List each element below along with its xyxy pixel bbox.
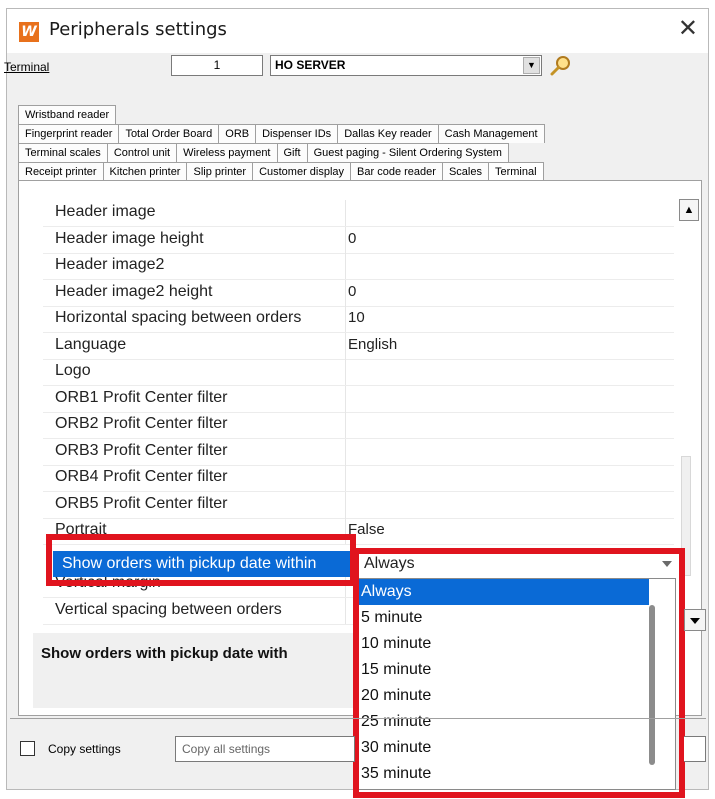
property-name: ORB3 Profit Center filter [55, 441, 228, 459]
terminal-select[interactable]: HO SERVER ▼ [270, 55, 542, 76]
column-separator [345, 306, 346, 332]
property-row[interactable]: ORB5 Profit Center filter [43, 491, 674, 519]
property-row[interactable]: ORB2 Profit Center filter [43, 412, 674, 439]
description-title: Show orders with pickup date with [41, 645, 288, 662]
property-name: ORB4 Profit Center filter [55, 468, 228, 485]
terminal-select-value: HO SERVER [275, 58, 346, 72]
property-name: Header image2 height [55, 282, 213, 300]
description-panel: Show orders with pickup date with [33, 633, 353, 708]
column-separator [345, 385, 346, 412]
terminal-number-input[interactable]: 1 [171, 55, 263, 76]
column-separator [345, 438, 346, 465]
copy-settings-label: Copy settings [48, 742, 121, 756]
highlight-box-dropdown [353, 548, 685, 798]
property-name: Header image height [55, 229, 204, 247]
tab-bar-code-reader[interactable]: Bar code reader [350, 162, 443, 181]
property-name: Vertical spacing between orders [55, 600, 282, 618]
tab-receipt-printer[interactable]: Receipt printer [18, 162, 104, 181]
tab-scales[interactable]: Scales [441, 162, 489, 181]
tab-total-order-board[interactable]: Total Order Board [118, 124, 220, 143]
property-row[interactable]: Language English [43, 332, 674, 360]
tab-wireless-payment[interactable]: Wireless payment [176, 143, 278, 162]
property-name: Horizontal spacing between orders [55, 309, 302, 326]
property-row[interactable]: ORB3 Profit Center filter [43, 438, 674, 466]
property-value: 0 [348, 229, 357, 247]
property-row[interactable]: ORB4 Profit Center filter [43, 465, 674, 492]
copy-settings-checkbox[interactable] [20, 741, 35, 756]
tab-terminal-scales[interactable]: Terminal scales [18, 143, 108, 162]
copy-settings-select-end [684, 736, 706, 762]
title-bar: W Peripherals settings ✕ [7, 9, 708, 53]
tab-guest-paging-silent-ordering-system[interactable]: Guest paging - Silent Ordering System [306, 143, 509, 162]
scroll-up-icon[interactable]: ▲ [679, 199, 699, 221]
tab-fingerprint-reader[interactable]: Fingerprint reader [18, 124, 120, 143]
property-row[interactable]: Header image2 height 0 [43, 279, 674, 307]
property-value: 10 [348, 309, 365, 326]
column-separator [345, 332, 346, 359]
tab-wristband-reader[interactable]: Wristband reader [18, 105, 117, 124]
column-separator [345, 200, 346, 226]
tab-row-1: Wristband reader [18, 105, 117, 124]
tab-terminal[interactable]: Terminal [487, 162, 544, 181]
terminal-label[interactable]: Terminal [4, 60, 49, 74]
footer-divider [10, 718, 706, 719]
tab-orb[interactable]: ORB [218, 124, 257, 143]
property-value: 0 [348, 282, 357, 300]
tab-control-unit[interactable]: Control unit [106, 143, 178, 162]
column-separator [345, 597, 346, 624]
tab-slip-printer[interactable]: Slip printer [186, 162, 254, 181]
property-row[interactable]: Header image2 [43, 253, 674, 280]
property-name: Logo [55, 362, 91, 379]
property-name: Language [55, 335, 127, 353]
property-row[interactable]: Logo [43, 359, 674, 386]
property-row[interactable]: Horizontal spacing between orders 10 [43, 306, 674, 333]
close-icon[interactable]: ✕ [678, 14, 698, 42]
chevron-down-icon[interactable]: ▼ [523, 57, 540, 74]
tab-kitchen-printer[interactable]: Kitchen printer [102, 162, 188, 181]
window-title: Peripherals settings [49, 19, 227, 40]
tab-dallas-key-reader[interactable]: Dallas Key reader [337, 124, 439, 143]
property-name: Header image [55, 203, 156, 220]
tab-row-3: Terminal scales Control unit Wireless paym… [18, 143, 509, 162]
property-row[interactable]: ORB1 Profit Center filter [43, 385, 674, 413]
column-separator [345, 465, 346, 491]
column-separator [345, 226, 346, 253]
highlight-box-property [46, 534, 356, 586]
column-separator [345, 491, 346, 518]
row-dropdown-button[interactable] [684, 609, 706, 631]
chevron-down-icon [690, 618, 700, 624]
copy-settings-select[interactable]: Copy all settings [175, 736, 355, 762]
app-logo-icon: W [19, 22, 39, 42]
tab-dispenser-ids[interactable]: Dispenser IDs [255, 124, 339, 143]
property-row[interactable]: Header image [43, 200, 674, 227]
tab-customer-display[interactable]: Customer display [252, 162, 352, 181]
property-name: ORB1 Profit Center filter [55, 388, 228, 406]
property-name: Header image2 [55, 256, 165, 273]
tab-row-2: Fingerprint reader Total Order Board ORB Di… [18, 124, 545, 143]
property-name: ORB2 Profit Center filter [55, 415, 228, 432]
tab-cash-management[interactable]: Cash Management [437, 124, 545, 143]
column-separator [345, 253, 346, 279]
property-name: ORB5 Profit Center filter [55, 494, 228, 512]
column-separator [345, 279, 346, 306]
column-separator [345, 359, 346, 385]
property-row[interactable]: Header image height 0 [43, 226, 674, 254]
tab-row-4: Receipt printer Kitchen printer Slip print… [18, 162, 544, 181]
search-icon[interactable] [550, 55, 572, 77]
tab-gift[interactable]: Gift [276, 143, 308, 162]
column-separator [345, 412, 346, 438]
property-value: English [348, 335, 398, 353]
